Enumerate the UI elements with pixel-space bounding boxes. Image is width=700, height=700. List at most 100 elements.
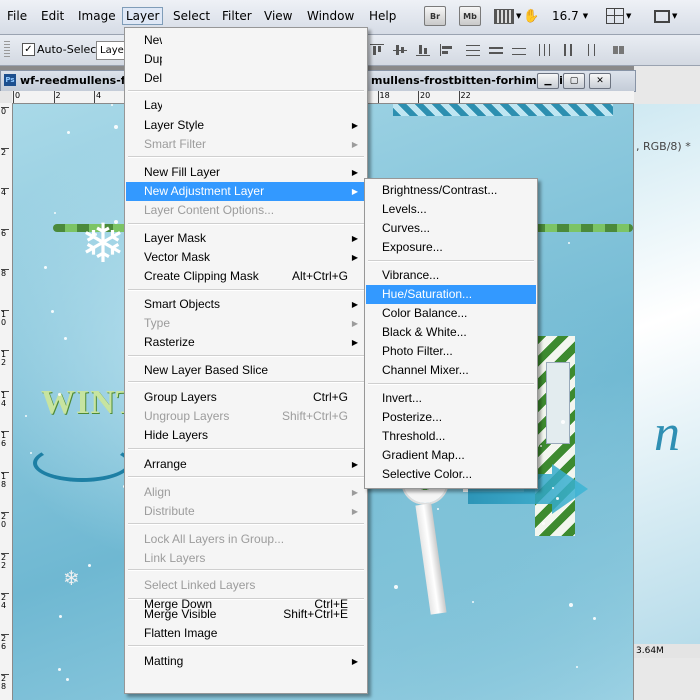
layer-menu-item-new-adjustment-layer[interactable]: New Adjustment Layer ▶	[126, 182, 366, 201]
distribute-top-icon[interactable]	[466, 44, 480, 56]
ruler-corner	[0, 91, 12, 103]
distribute-right-icon[interactable]	[584, 44, 598, 56]
document-window-2-titlebar[interactable]: mullens-frostbitten-forhim-solid... ▁ ▢ …	[366, 70, 636, 92]
layer-menu-item-vector-mask[interactable]: Vector Mask ▶	[126, 248, 366, 267]
menu-item-label: New	[144, 33, 162, 47]
menu-select[interactable]: Select	[170, 8, 213, 24]
hand-icon: ✋	[523, 8, 540, 24]
layer-menu-item-merge-visible[interactable]: Merge Visible Shift+Ctrl+E	[126, 605, 366, 624]
menu-item-label: Color Balance...	[382, 306, 468, 320]
adjustment-item-photo-filter[interactable]: Photo Filter...	[366, 342, 536, 361]
distribute-hcenter-icon[interactable]	[561, 44, 575, 56]
menu-item-label: Merge Visible	[144, 607, 217, 621]
layer-menu-item-duplicate-layer[interactable]: Duplicate Layer...	[126, 50, 366, 69]
submenu-arrow-icon: ▶	[351, 140, 358, 149]
minimize-button[interactable]: ▁	[537, 73, 559, 89]
menu-edit[interactable]: Edit	[38, 8, 67, 24]
auto-select-dropdown[interactable]: Layer	[96, 41, 127, 60]
ruler-tick-label: 0	[13, 91, 20, 103]
auto-select-checkbox[interactable]: ✓	[22, 43, 35, 56]
menu-view[interactable]: View	[261, 8, 295, 24]
layer-menu-item-create-clipping-mask[interactable]: Create Clipping Mask Alt+Ctrl+G	[126, 267, 366, 286]
layer-menu-item-new-fill-layer[interactable]: New Fill Layer ▶	[126, 163, 366, 182]
layer-menu-item-distribute: Distribute ▶	[126, 502, 366, 521]
snow-speck	[394, 585, 398, 589]
mini-bridge-button[interactable]: Mb	[459, 6, 481, 26]
snow-speck	[51, 310, 54, 313]
snow-speck	[556, 497, 559, 500]
menu-item-label: Group Layers	[144, 390, 217, 404]
layer-menu-item-layer-mask[interactable]: Layer Mask ▶	[126, 229, 366, 248]
auto-align-icon[interactable]	[612, 44, 626, 56]
menu-window[interactable]: Window	[304, 8, 357, 24]
zoom-level[interactable]: 16.7 ▼	[552, 6, 588, 26]
screen-mode-button[interactable]: ▼	[654, 6, 677, 26]
adjustment-item-channel-mixer[interactable]: Channel Mixer...	[366, 361, 536, 380]
align-top-icon[interactable]	[370, 44, 384, 56]
ruler-tick-label: 8	[1, 269, 9, 278]
layer-menu-item-rasterize[interactable]: Rasterize ▶	[126, 333, 366, 352]
close-button[interactable]: ✕	[589, 73, 611, 89]
layer-menu-item-new-layer-based-slice[interactable]: New Layer Based Slice	[126, 361, 366, 380]
submenu-arrow-icon: ▶	[351, 657, 358, 666]
layer-menu-item-new[interactable]: New	[126, 31, 366, 50]
menu-image[interactable]: Image	[75, 8, 119, 24]
menu-filter[interactable]: Filter	[219, 8, 255, 24]
ruler-tick-label: 2 4	[1, 593, 9, 610]
minimize-icon: ▁	[544, 76, 552, 86]
bridge-button[interactable]: Br	[424, 6, 446, 26]
layer-menu-item-arrange[interactable]: Arrange ▶	[126, 455, 366, 474]
ruler-tick-label: 1 0	[1, 309, 9, 327]
layer-menu-item-hide-layers[interactable]: Hide Layers	[126, 426, 366, 445]
adjustment-item-vibrance[interactable]: Vibrance...	[366, 266, 536, 285]
zoom-tool-button[interactable]: ✋	[523, 6, 539, 26]
adjustment-item-hue-saturation[interactable]: Hue/Saturation...	[366, 285, 536, 304]
layer-menu: New Duplicate Layer... Delete Layer Propert…	[124, 27, 368, 694]
adjustment-item-curves[interactable]: Curves...	[366, 219, 536, 238]
menu-item-label: Arrange	[144, 457, 187, 471]
arrange-documents-button[interactable]: ▼	[606, 6, 631, 26]
document-canvas-2[interactable]: , RGB/8) * n	[634, 104, 700, 644]
snow-speck	[540, 445, 542, 447]
layer-menu-item-delete[interactable]: Delete	[126, 69, 366, 88]
adjustment-item-threshold[interactable]: Threshold...	[366, 427, 536, 446]
align-vcenter-icon[interactable]	[393, 44, 407, 56]
layer-menu-item-matting[interactable]: Matting ▶	[126, 652, 366, 671]
menu-item-label: Lock All Layers in Group...	[144, 532, 285, 546]
adjustment-item-exposure[interactable]: Exposure...	[366, 238, 536, 257]
menu-file[interactable]: File	[4, 8, 30, 24]
snow-speck	[111, 104, 113, 106]
distribute-vcenter-icon[interactable]	[489, 44, 503, 56]
layer-menu-item-layer-content-options: Layer Content Options...	[126, 201, 366, 220]
align-bottom-icon[interactable]	[416, 44, 430, 56]
distribute-left-icon[interactable]	[538, 44, 552, 56]
snow-speck	[67, 131, 70, 134]
layer-menu-item-layer-properties[interactable]: Layer Properties...	[126, 96, 366, 115]
layer-menu-item-group-layers[interactable]: Group Layers Ctrl+G	[126, 388, 366, 407]
menu-help[interactable]: Help	[366, 8, 399, 24]
layer-menu-item-flatten-image[interactable]: Flatten Image	[126, 624, 366, 643]
adjustment-item-gradient-map[interactable]: Gradient Map...	[366, 446, 536, 465]
snow-speck	[552, 487, 554, 489]
distribute-bottom-icon[interactable]	[512, 44, 526, 56]
adjustment-item-brightness-contrast[interactable]: Brightness/Contrast...	[366, 181, 536, 200]
auto-select-label: Auto-Select:	[37, 43, 105, 56]
adjustment-item-black-white[interactable]: Black & White...	[366, 323, 536, 342]
maximize-button[interactable]: ▢	[563, 73, 585, 89]
photoshop-doc-icon: Ps	[4, 74, 16, 86]
menu-separator	[128, 476, 364, 478]
adjustment-item-posterize[interactable]: Posterize...	[366, 408, 536, 427]
menu-layer[interactable]: Layer	[122, 7, 164, 25]
adjustment-item-selective-color[interactable]: Selective Color...	[366, 465, 536, 484]
view-extras-button[interactable]: ▼	[494, 6, 521, 26]
layer-menu-item-layer-style[interactable]: Layer Style ▶	[126, 116, 366, 135]
menu-item-label: Exposure...	[382, 240, 443, 254]
vertical-ruler[interactable]: 024681 01 21 41 61 82 02 22 42 62 83 0	[0, 103, 13, 700]
adjustment-item-invert[interactable]: Invert...	[366, 389, 536, 408]
layer-menu-item-smart-objects[interactable]: Smart Objects ▶	[126, 295, 366, 314]
adjustment-item-color-balance[interactable]: Color Balance...	[366, 304, 536, 323]
adjustment-item-levels[interactable]: Levels...	[366, 200, 536, 219]
menu-item-label: Distribute	[144, 504, 195, 518]
align-left-icon[interactable]	[440, 44, 454, 56]
document-tab-1[interactable]: Ps wf-reedmullens-fro	[0, 70, 139, 92]
